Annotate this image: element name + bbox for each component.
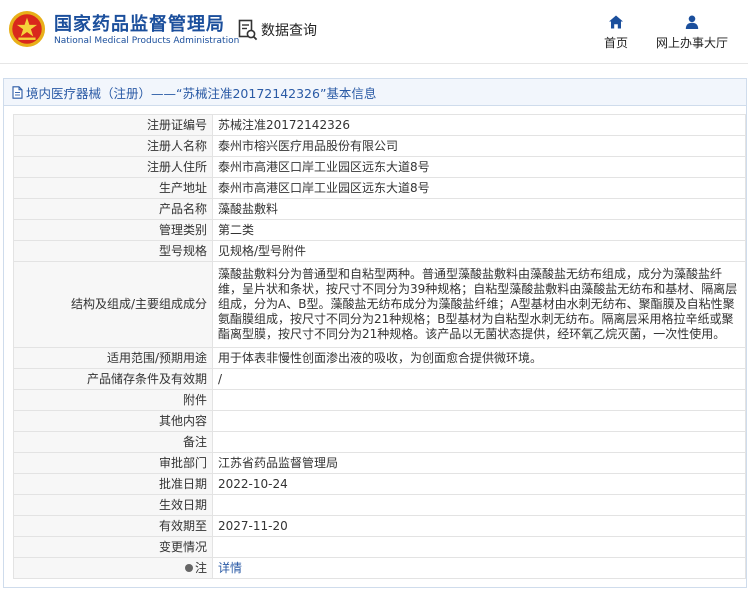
data-query-link[interactable]: 数据查询	[238, 18, 317, 42]
nav-home-label: 首页	[603, 36, 628, 50]
nav-home[interactable]: 首页	[598, 14, 634, 51]
table-row: 批准日期 2022-10-24	[13, 473, 746, 495]
user-icon	[685, 15, 699, 29]
field-label: 产品储存条件及有效期	[13, 368, 213, 390]
search-document-icon	[238, 19, 258, 41]
field-value: 2022-10-24	[212, 473, 746, 495]
table-row: 产品名称 藻酸盐敷料	[13, 198, 746, 220]
field-label: 注册人住所	[13, 156, 213, 178]
table-row: 生效日期	[13, 494, 746, 516]
document-icon	[12, 85, 23, 99]
field-label: 审批部门	[13, 452, 213, 474]
field-value: 见规格/型号附件	[212, 240, 746, 262]
pin-icon	[184, 563, 193, 572]
field-value: 泰州市高港区口岸工业园区远东大道8号	[212, 156, 746, 178]
site-title[interactable]: 国家药品监督管理局	[54, 10, 225, 36]
field-label: 注	[194, 560, 207, 575]
table-row: 其他内容	[13, 410, 746, 432]
table-row: 管理类别 第二类	[13, 219, 746, 241]
field-label: 注册人名称	[13, 135, 213, 157]
table-row: 适用范围/预期用途 用于体表非慢性创面渗出液的吸收，为创面愈合提供微环境。	[13, 347, 746, 369]
field-value: 详情	[212, 557, 746, 579]
table-row: 审批部门 江苏省药品监督管理局	[13, 452, 746, 474]
nav-online-hall[interactable]: 网上办事大厅	[650, 14, 734, 51]
basic-info-panel: 境内医疗器械（注册）——“苏械注准20172142326”基本信息 注册证编号 …	[3, 78, 747, 588]
field-label: 适用范围/预期用途	[13, 347, 213, 369]
table-row: 附件	[13, 389, 746, 411]
site-subtitle[interactable]: National Medical Products Administration	[54, 36, 239, 46]
table-row: 有效期至 2027-11-20	[13, 515, 746, 537]
field-value	[212, 494, 746, 516]
field-label: 生产地址	[13, 177, 213, 199]
field-label: 其他内容	[13, 410, 213, 432]
table-row: 型号规格 见规格/型号附件	[13, 240, 746, 262]
field-value: 苏械注准20172142326	[212, 114, 746, 136]
field-value: 用于体表非慢性创面渗出液的吸收，为创面愈合提供微环境。	[212, 347, 746, 369]
field-label: 型号规格	[13, 240, 213, 262]
home-icon	[609, 15, 623, 29]
note-label: 注	[13, 557, 213, 579]
field-label: 管理类别	[13, 219, 213, 241]
details-link[interactable]: 详情	[218, 561, 242, 575]
table-row: 生产地址 泰州市高港区口岸工业园区远东大道8号	[13, 177, 746, 199]
table-row: 变更情况	[13, 536, 746, 558]
field-label: 附件	[13, 389, 213, 411]
field-label: 批准日期	[13, 473, 213, 495]
field-label: 结构及组成/主要组成成分	[13, 261, 213, 348]
field-value	[212, 536, 746, 558]
panel-title: 境内医疗器械（注册）——“苏械注准20172142326”基本信息	[26, 85, 377, 101]
field-value	[212, 410, 746, 432]
nav-online-hall-label: 网上办事大厅	[655, 36, 728, 50]
field-value	[212, 431, 746, 453]
field-label: 生效日期	[13, 494, 213, 516]
field-value: 泰州市榕兴医疗用品股份有限公司	[212, 135, 746, 157]
site-header: 国家药品监督管理局 National Medical Products Admi…	[0, 0, 748, 64]
field-label: 注册证编号	[13, 114, 213, 136]
field-value: 江苏省药品监督管理局	[212, 452, 746, 474]
registration-info-table: 注册证编号 苏械注准20172142326 注册人名称 泰州市榕兴医疗用品股份有…	[13, 114, 746, 579]
field-label: 变更情况	[13, 536, 213, 558]
table-row: 备注	[13, 431, 746, 453]
field-value: 藻酸盐敷料分为普通型和自粘型两种。普通型藻酸盐敷料由藻酸盐无纺布组成，成分为藻酸…	[212, 261, 746, 348]
field-value: 2027-11-20	[212, 515, 746, 537]
nmpa-emblem-icon[interactable]	[8, 10, 46, 48]
panel-title-bar: 境内医疗器械（注册）——“苏械注准20172142326”基本信息	[4, 79, 746, 106]
table-row: 注册人名称 泰州市榕兴医疗用品股份有限公司	[13, 135, 746, 157]
table-row: 产品储存条件及有效期 /	[13, 368, 746, 390]
field-value: 藻酸盐敷料	[212, 198, 746, 220]
table-row: 结构及组成/主要组成成分 藻酸盐敷料分为普通型和自粘型两种。普通型藻酸盐敷料由藻…	[13, 261, 746, 348]
field-label: 备注	[13, 431, 213, 453]
field-label: 产品名称	[13, 198, 213, 220]
field-value: /	[212, 368, 746, 390]
table-row: 注 详情	[13, 557, 746, 579]
field-value: 第二类	[212, 219, 746, 241]
field-value	[212, 389, 746, 411]
table-row: 注册证编号 苏械注准20172142326	[13, 114, 746, 136]
field-value: 泰州市高港区口岸工业园区远东大道8号	[212, 177, 746, 199]
table-row: 注册人住所 泰州市高港区口岸工业园区远东大道8号	[13, 156, 746, 178]
field-label: 有效期至	[13, 515, 213, 537]
data-query-label: 数据查询	[261, 23, 317, 39]
